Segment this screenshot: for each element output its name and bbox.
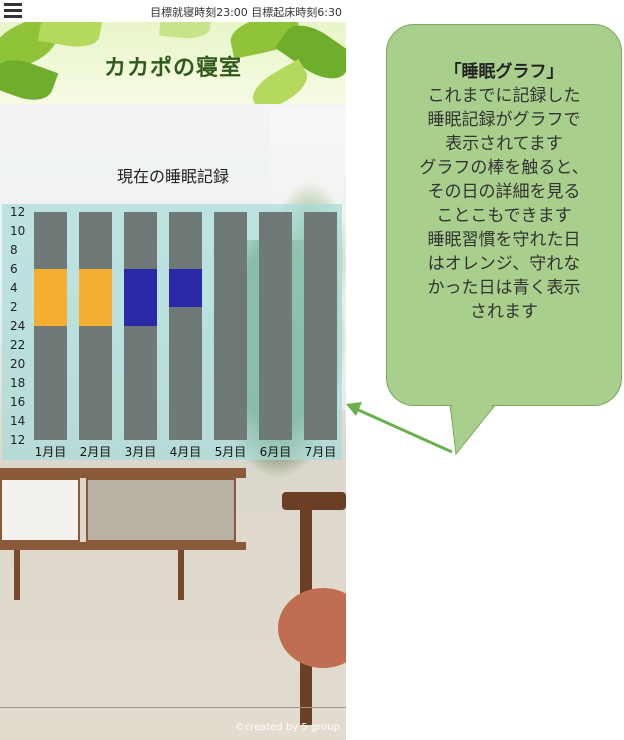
callout-text: 「睡眠グラフ」 これまでに記録した 睡眠記録がグラフで 表示されてます グラフの…	[394, 60, 614, 324]
callout-line: グラフの棒を触ると、	[419, 158, 589, 178]
callout-line: 睡眠記録がグラフで	[427, 110, 581, 130]
callout-line: かった日は青く表示	[427, 278, 581, 298]
callout-line: はオレンジ、守れな	[427, 254, 581, 274]
callout-line: 睡眠習慣を守れた日	[427, 230, 581, 250]
callout-line: これまでに記録した	[427, 86, 581, 106]
callout-line: 表示されてます	[445, 134, 563, 154]
callout-title: 「睡眠グラフ」	[444, 62, 564, 82]
callout-line: されます	[470, 302, 538, 322]
callout-line: その日の詳細を見る	[427, 182, 581, 202]
callout-box: 「睡眠グラフ」 これまでに記録した 睡眠記録がグラフで 表示されてます グラフの…	[386, 24, 622, 456]
callout-line: ことこもできます	[436, 206, 572, 226]
